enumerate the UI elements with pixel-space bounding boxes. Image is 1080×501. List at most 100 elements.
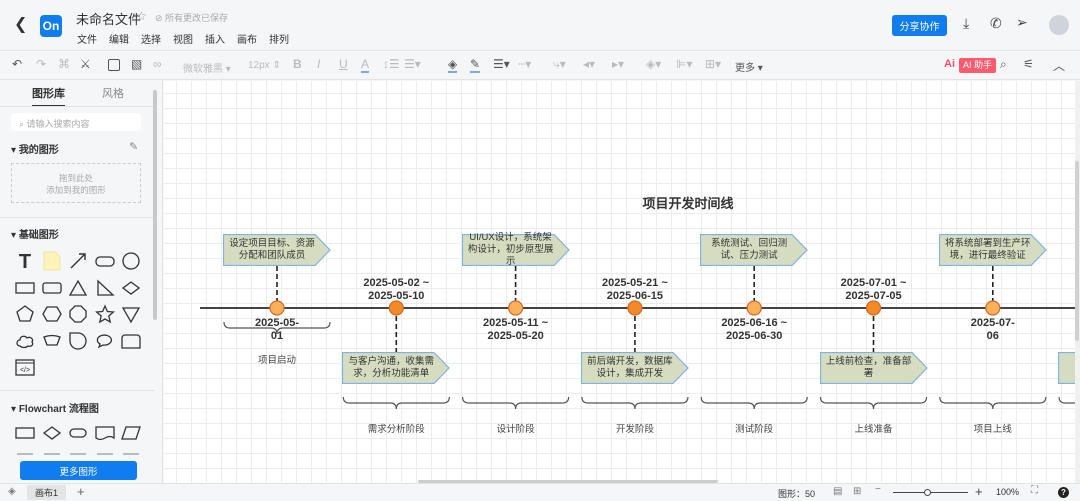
menu-item[interactable]: 插入 (205, 31, 225, 46)
shape-cloud-icon[interactable] (15, 331, 35, 351)
flowchart-shape-partial[interactable] (43, 453, 60, 455)
milestone-callout[interactable]: 将系统部署到生产环境，进行最终验证 (938, 234, 1047, 266)
phase-brace[interactable] (1058, 396, 1075, 409)
more-button[interactable]: 更多 ▾ (735, 59, 763, 74)
font-color-icon[interactable]: A (361, 57, 370, 73)
milestone-callout[interactable]: 与客户沟通，收集需求，分析功能清单 (342, 352, 451, 384)
download-icon[interactable]: ⤓ (963, 15, 969, 32)
avatar[interactable] (1049, 15, 1069, 35)
settings-sliders-icon[interactable]: ⚟ (1023, 57, 1034, 71)
shape-arrow-icon[interactable] (68, 251, 88, 271)
arrow-start-icon[interactable]: ◂▾ (583, 57, 595, 71)
milestone-callout[interactable]: 前后端开发，数据库设计，集成开发 (580, 352, 689, 384)
milestone-callout[interactable]: 监 (1058, 352, 1075, 384)
zoom-in-icon[interactable]: + (975, 484, 983, 499)
zoom-slider-handle[interactable] (924, 489, 931, 496)
canvas-vertical-scrollbar[interactable] (1075, 81, 1080, 483)
milestone-node[interactable] (269, 300, 285, 316)
zoom-level[interactable]: 100% (996, 487, 1019, 497)
shape-text-icon[interactable]: T (15, 251, 35, 271)
zoom-out-icon[interactable]: − (875, 484, 881, 495)
line-style-icon[interactable]: ┄▾ (518, 57, 531, 71)
ai-assistant-button[interactable]: AI 助手 (959, 58, 997, 73)
map-icon[interactable]: ⊞ (853, 486, 861, 497)
search-input[interactable]: ⌕ 请输入搜索内容 (11, 113, 141, 131)
fullscreen-icon[interactable]: ⛶ (1031, 485, 1038, 496)
help-icon[interactable]: ? (1058, 487, 1069, 498)
menu-item[interactable]: 选择 (141, 31, 161, 46)
flowchart-header[interactable]: ▾ Flowchart 流程图 (11, 400, 99, 415)
flowchart-process-icon[interactable] (15, 423, 35, 443)
flowchart-terminator-icon[interactable] (68, 423, 88, 443)
layer-icon[interactable]: ◈▾ (646, 57, 661, 71)
phase-brace[interactable] (819, 396, 928, 410)
tab-style[interactable]: 风格 (102, 85, 124, 101)
milestone-callout[interactable]: 设定项目目标、资源分配和团队成员 (223, 234, 331, 266)
basic-shapes-header[interactable]: ▾ 基础图形 (11, 226, 59, 241)
flowchart-shape-partial[interactable] (70, 453, 86, 455)
align-icon[interactable]: ☰▾ (404, 57, 421, 71)
milestone-node[interactable] (865, 300, 882, 316)
flowchart-shape-partial[interactable] (17, 453, 33, 455)
page-tab[interactable]: 画布1 (27, 485, 67, 500)
connector-icon[interactable]: ⤷▾ (553, 57, 566, 72)
shape-hexagon-icon[interactable] (41, 304, 62, 324)
phase-brace[interactable] (342, 396, 450, 410)
rectangle-icon[interactable] (108, 59, 120, 71)
image-icon[interactable]: ▧ (131, 57, 142, 71)
line-width-icon[interactable]: ☰▾ (493, 57, 510, 71)
my-shapes-header[interactable]: ▾ 我的图形 (11, 141, 59, 156)
file-name[interactable]: 未命名文件 (76, 9, 141, 28)
italic-icon[interactable]: I (317, 57, 320, 71)
phase-brace[interactable] (581, 396, 689, 410)
menu-item[interactable]: 排列 (269, 31, 289, 46)
more-shapes-button[interactable]: 更多图形 (20, 461, 137, 480)
milestone-date[interactable]: 2025-05- 01 (222, 317, 332, 343)
menu-item[interactable]: 画布 (237, 31, 257, 46)
send-icon[interactable]: ➢ (1016, 14, 1028, 31)
milestone-node[interactable] (746, 300, 762, 316)
shape-right-triangle-icon[interactable] (95, 278, 115, 298)
milestone-date[interactable]: 2025-05-11 ~2025-05-20 (461, 317, 571, 343)
back-icon[interactable]: ❮ (14, 14, 27, 34)
milestone-node[interactable] (627, 300, 643, 316)
distribute-icon[interactable]: ⊞▾ (705, 57, 721, 71)
sidebar-scrollbar[interactable] (153, 90, 157, 320)
clear-format-icon[interactable]: ⚔ (80, 57, 91, 71)
phone-icon[interactable]: ✆ (990, 15, 1002, 32)
milestone-callout[interactable]: 上线前检查，准备部署 (819, 352, 928, 384)
shape-triangle-icon[interactable] (68, 278, 88, 298)
flowchart-shape-partial[interactable] (96, 453, 113, 455)
bold-icon[interactable]: B (293, 57, 302, 71)
diagram-title[interactable]: 项目开发时间线 (588, 193, 788, 212)
collapse-toolbar-icon[interactable]: ︿ (1053, 57, 1065, 74)
flowchart-document-icon[interactable] (94, 423, 115, 443)
milestone-callout[interactable]: 系统测试、回归测试、压力测试 (700, 234, 809, 266)
search-replace-icon[interactable]: ⌕ (1000, 57, 1007, 72)
menu-item[interactable]: 编辑 (109, 31, 129, 46)
line-height-icon[interactable]: ↕☰ (383, 57, 400, 71)
format-painter-icon[interactable]: ⌘ (58, 57, 70, 71)
undo-icon[interactable]: ↶ (12, 57, 22, 71)
shape-teardrop-icon[interactable] (68, 331, 88, 351)
menu-item[interactable]: 视图 (173, 31, 193, 46)
edit-icon[interactable]: ✎ (129, 140, 138, 153)
milestone-date[interactable]: 2025-05-02 ~2025-05-10 (341, 277, 451, 303)
milestone-node[interactable] (985, 300, 1001, 316)
shape-pentagon-icon[interactable] (15, 304, 35, 324)
line-color-icon[interactable]: ✎ (470, 57, 481, 73)
phase-brace[interactable] (939, 396, 1047, 410)
milestone-date[interactable]: 2025-07-01 ~2025-07-05 (819, 277, 929, 303)
milestone-date[interactable]: 2 (1057, 277, 1075, 290)
milestone-date[interactable]: 2025-05-21 ~2025-06-15 (580, 277, 690, 303)
font-size-input[interactable]: 12px ⇕ (248, 60, 281, 71)
shape-rounded-rectangle-icon[interactable] (41, 278, 62, 298)
link-icon[interactable]: ∞ (153, 57, 162, 71)
my-shapes-dropzone[interactable]: 拖到此处 添加到我的图形 (11, 163, 141, 203)
milestone-node[interactable] (508, 300, 524, 316)
milestone-date[interactable]: 2025-06-16 ~2025-06-30 (699, 317, 809, 343)
star-icon[interactable]: ☆ (136, 9, 147, 23)
shape-star-icon[interactable] (94, 304, 115, 324)
ai-icon[interactable]: Ai (944, 58, 955, 70)
flowchart-decision-icon[interactable] (42, 423, 62, 443)
